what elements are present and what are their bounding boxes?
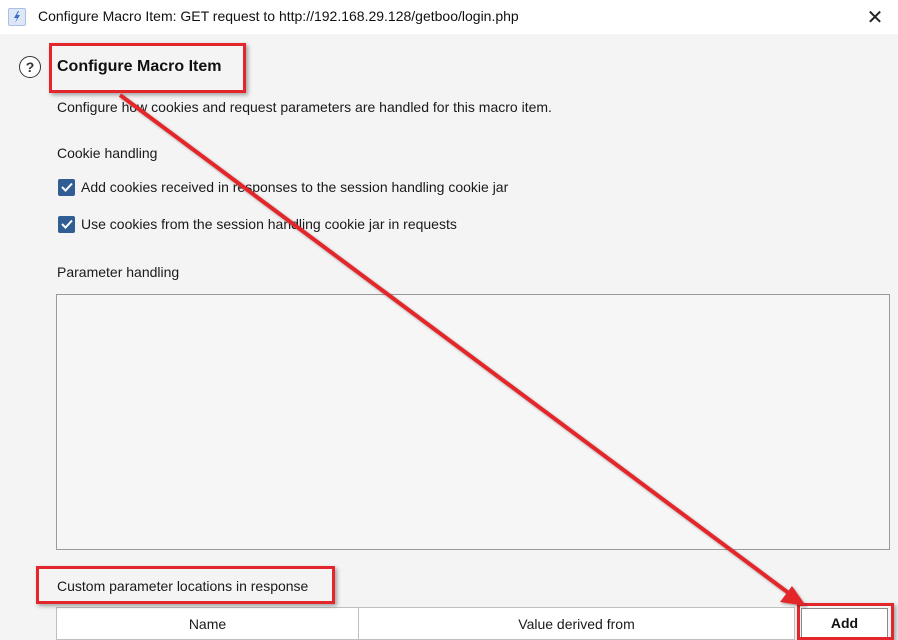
lightning-icon bbox=[8, 8, 26, 26]
page-description: Configure how cookies and request parame… bbox=[57, 99, 552, 115]
use-cookies-checkbox[interactable] bbox=[58, 215, 75, 233]
add-cookies-checkbox[interactable] bbox=[58, 178, 75, 196]
title-bar: Configure Macro Item: GET request to htt… bbox=[0, 0, 898, 34]
custom-locations-label: Custom parameter locations in response bbox=[57, 578, 309, 594]
column-header-value-derived-from[interactable]: Value derived from bbox=[359, 608, 794, 639]
parameter-handling-label: Parameter handling bbox=[57, 264, 180, 280]
checkmark-icon bbox=[60, 182, 73, 192]
add-button[interactable]: Add bbox=[801, 608, 888, 638]
custom-locations-table-header: Name Value derived from bbox=[56, 607, 795, 640]
close-icon: ✕ bbox=[866, 6, 884, 29]
add-cookies-option[interactable]: Add cookies received in responses to the… bbox=[58, 177, 508, 197]
parameter-handling-panel[interactable] bbox=[56, 294, 890, 550]
use-cookies-label: Use cookies from the session handling co… bbox=[81, 216, 457, 232]
column-header-name[interactable]: Name bbox=[57, 608, 359, 639]
page-title: Configure Macro Item bbox=[57, 58, 222, 75]
help-icon[interactable]: ? bbox=[19, 56, 41, 78]
help-icon-glyph: ? bbox=[25, 59, 35, 75]
window-title: Configure Macro Item: GET request to htt… bbox=[38, 8, 519, 24]
checkmark-icon bbox=[60, 219, 73, 229]
use-cookies-option[interactable]: Use cookies from the session handling co… bbox=[58, 214, 457, 234]
close-button[interactable]: ✕ bbox=[852, 0, 898, 34]
cookie-handling-label: Cookie handling bbox=[57, 145, 158, 161]
add-cookies-label: Add cookies received in responses to the… bbox=[81, 179, 509, 195]
